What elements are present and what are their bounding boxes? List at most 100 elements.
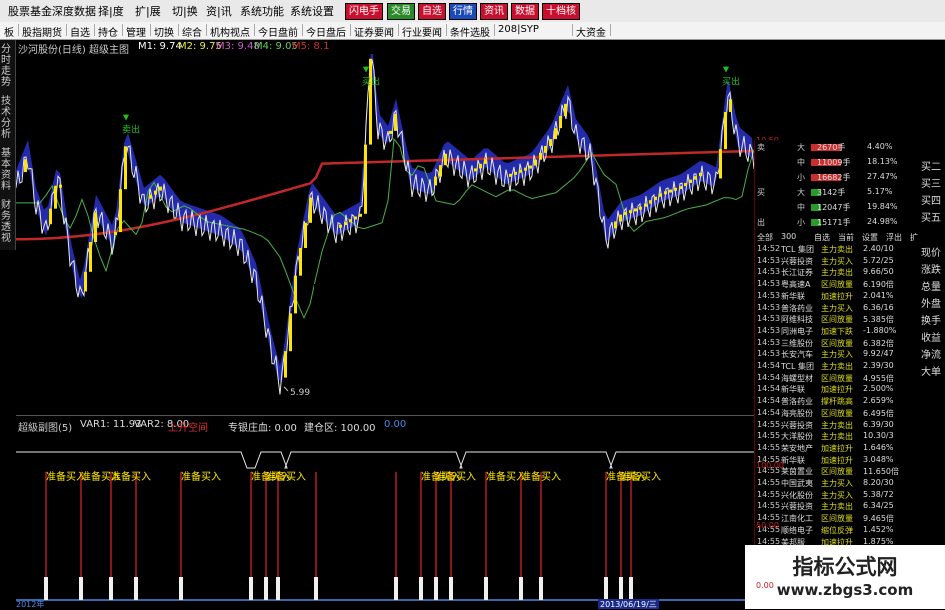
- sub-chart-area[interactable]: 超級副图(5) VAR1: 11.93 VAR2: 8.00 上升空间 专银庄血…: [16, 415, 754, 610]
- menu-item-2[interactable]: 择|度: [98, 3, 124, 19]
- side-tab-0[interactable]: 分时走势: [1, 44, 14, 88]
- toolbar-item-10[interactable]: 证券要闻: [354, 24, 394, 39]
- indicator-chart[interactable]: 准备买入准备买入准备买入 准备买入 准备买入准备买入 准备买入准备买入 准备买入准备买入…: [16, 432, 754, 610]
- alert-row-24[interactable]: 14:55 顺络电子 缩位反弹 1.452%: [755, 525, 921, 536]
- alert-row-3[interactable]: 14:53 粤高速A 区间放量 6.190倍: [755, 279, 921, 290]
- toolbar-item-12[interactable]: 条件选股: [450, 24, 490, 39]
- panel-tab-0[interactable]: 全部: [757, 232, 773, 243]
- toolbar-item-2[interactable]: 自选: [70, 24, 90, 39]
- panel-tab-4[interactable]: 设置: [862, 232, 878, 243]
- alert-stock: 兴化股份: [781, 490, 813, 500]
- menu-button-1[interactable]: 交易: [387, 3, 415, 20]
- order-level: 大: [797, 143, 805, 152]
- up-candle: [444, 153, 447, 166]
- alert-time: 14:53: [757, 349, 781, 359]
- toolbar-item-3[interactable]: 持仓: [98, 24, 118, 39]
- toolbar-item-9[interactable]: 今日盘后: [306, 24, 346, 39]
- alert-row-1[interactable]: 14:53 兴蓉投资 主力买入 5.72/25: [755, 256, 921, 267]
- menu-button-5[interactable]: 数据: [511, 3, 539, 20]
- menu-item-1[interactable]: 深度数据: [52, 3, 96, 19]
- alert-action: 主力买入: [821, 303, 853, 313]
- alert-stock: 兴蓉投资: [781, 502, 813, 512]
- toolbar-item-13[interactable]: 208|SYP: [498, 24, 539, 35]
- up-candle: [659, 193, 662, 197]
- menu-item-3[interactable]: 扩|展: [135, 3, 161, 19]
- alert-row-23[interactable]: 14:55 江南化工 区间放量 9.465倍: [755, 513, 921, 524]
- alert-row-10[interactable]: 14:54 TCL 集团 主力卖出 2.39/30: [755, 361, 921, 372]
- alert-row-16[interactable]: 14:55 大洋股份 主力卖出 10.30/3: [755, 431, 921, 442]
- alert-row-6[interactable]: 14:53 阿维科技 区间放量 5.385倍: [755, 314, 921, 325]
- alert-row-5[interactable]: 14:53 普洛药业 主力买入 6.36/16: [755, 303, 921, 314]
- toolbar-item-11[interactable]: 行业要闻: [402, 24, 442, 39]
- alert-value: 10.30/3: [863, 431, 894, 441]
- order-row-3: 买 大 3142手 5.17%: [755, 187, 945, 198]
- menu-item-0[interactable]: 股票基金: [8, 3, 52, 19]
- alert-row-14[interactable]: 14:54 海亮股份 区间放量 6.495倍: [755, 408, 921, 419]
- alert-row-2[interactable]: 14:53 长江证券 主力卖出 9.66/50: [755, 267, 921, 278]
- alert-row-12[interactable]: 14:54 新华联 加速拉升 2.500%: [755, 384, 921, 395]
- signal-volume-bar: [79, 577, 83, 600]
- side-tab-1[interactable]: 技术分析: [1, 96, 14, 140]
- toolbar-separator: [302, 24, 303, 36]
- watermark-title: 指标公式网: [792, 555, 898, 579]
- candlestick-chart[interactable]: 11.665.99卖出买出买出: [16, 54, 754, 414]
- alert-row-22[interactable]: 14:55 兴蓉投资 主力卖出 6.34/25: [755, 501, 921, 512]
- panel-tab-1[interactable]: 300: [781, 232, 796, 241]
- menu-item-7[interactable]: 系统设置: [290, 3, 334, 19]
- toolbar-item-4[interactable]: 管理: [126, 24, 146, 39]
- alert-row-17[interactable]: 14:55 荣安地产 加速拉升 1.646%: [755, 443, 921, 454]
- alert-row-21[interactable]: 14:55 兴化股份 主力买入 5.38/72: [755, 490, 921, 501]
- alert-action: 撑杆跳高: [821, 397, 853, 407]
- menu-button-0[interactable]: 闪电手: [345, 3, 383, 20]
- alert-action: 主力买入: [821, 490, 853, 500]
- alert-row-8[interactable]: 14:53 三维股份 区间放量 6.382倍: [755, 338, 921, 349]
- up-candle: [434, 176, 437, 186]
- chart-gap: [314, 284, 344, 414]
- menu-button-6[interactable]: 十档核: [542, 3, 580, 20]
- signal-volume-bar: [434, 577, 438, 600]
- signal-volume-bar: [249, 577, 253, 600]
- menu-item-6[interactable]: 系统功能: [240, 3, 284, 19]
- toolbar-separator: [66, 24, 67, 36]
- alert-row-9[interactable]: 14:53 长安汽车 主力买入 9.92/47: [755, 349, 921, 360]
- menu-bar: 股票基金 深度数据 择|度 扩|展 切|换 资|讯 系统功能 系统设置 闪电手 交易 自选 行情 资讯数…: [0, 0, 945, 23]
- alert-row-13[interactable]: 14:54 普洛药业 撑杆跳高 2.659%: [755, 396, 921, 407]
- side-tab-3[interactable]: 财务透视: [1, 200, 14, 244]
- toolbar-item-8[interactable]: 今日盘前: [258, 24, 298, 39]
- toolbar-item-1[interactable]: 股指期货: [22, 24, 62, 39]
- quote-label-0: 现价: [921, 248, 941, 259]
- alert-row-11[interactable]: 14:54 海螺型材 区间放量 4.955倍: [755, 373, 921, 384]
- alert-row-0[interactable]: 14:52 TCL 集团 主力卖出 2.40/10: [755, 244, 921, 255]
- up-candle: [619, 214, 622, 222]
- menu-button-2[interactable]: 自选: [418, 3, 446, 20]
- main-chart-area[interactable]: 沙河股份(日线) 超级主图 M1: 9.74 M2: 9.75 M3: 9.48…: [16, 40, 754, 415]
- panel-tab-2[interactable]: 自选: [814, 232, 830, 243]
- toolbar-item-0[interactable]: 板: [4, 24, 14, 39]
- alert-row-15[interactable]: 14:55 兴蓉投资 主力卖出 6.39/30: [755, 420, 921, 431]
- alert-value: 6.39/30: [863, 419, 894, 429]
- panel-tab-3[interactable]: 当前: [838, 232, 854, 243]
- order-row-0: 卖 大 2670手 4.40%: [755, 142, 945, 153]
- toolbar-separator: [494, 24, 495, 36]
- quote-label-5: 收益: [921, 333, 941, 344]
- alert-time: 14:55: [757, 431, 781, 441]
- toolbar-separator: [572, 24, 573, 36]
- alert-action: 主力卖出: [821, 432, 853, 442]
- alert-row-4[interactable]: 14:53 新华联 加速拉升 2.041%: [755, 291, 921, 302]
- up-candle: [654, 196, 657, 201]
- panel-tab-5[interactable]: 浮出: [886, 232, 902, 243]
- toolbar-item-6[interactable]: 综合: [182, 24, 202, 39]
- toolbar-item-5[interactable]: 切换: [154, 24, 174, 39]
- alert-row-20[interactable]: 14:55 中国武夷 主力买入 8.20/30: [755, 478, 921, 489]
- alert-stock: TCL 集团: [781, 245, 815, 254]
- side-tab-2[interactable]: 基本资料: [1, 148, 14, 192]
- menu-button-4[interactable]: 资讯: [480, 3, 508, 20]
- menu-button-3[interactable]: 行情: [449, 3, 477, 20]
- toolbar-item-14[interactable]: 大资金: [576, 24, 606, 39]
- menu-item-5[interactable]: 资|讯: [206, 3, 232, 19]
- menu-item-4[interactable]: 切|换: [172, 3, 198, 19]
- panel-tab-6[interactable]: 扩: [910, 232, 918, 243]
- alert-time: 14:54: [757, 372, 781, 382]
- alert-row-7[interactable]: 14:53 同洲电子 加速下跌 -1.880%: [755, 326, 921, 337]
- toolbar-item-7[interactable]: 机构视点: [210, 24, 250, 39]
